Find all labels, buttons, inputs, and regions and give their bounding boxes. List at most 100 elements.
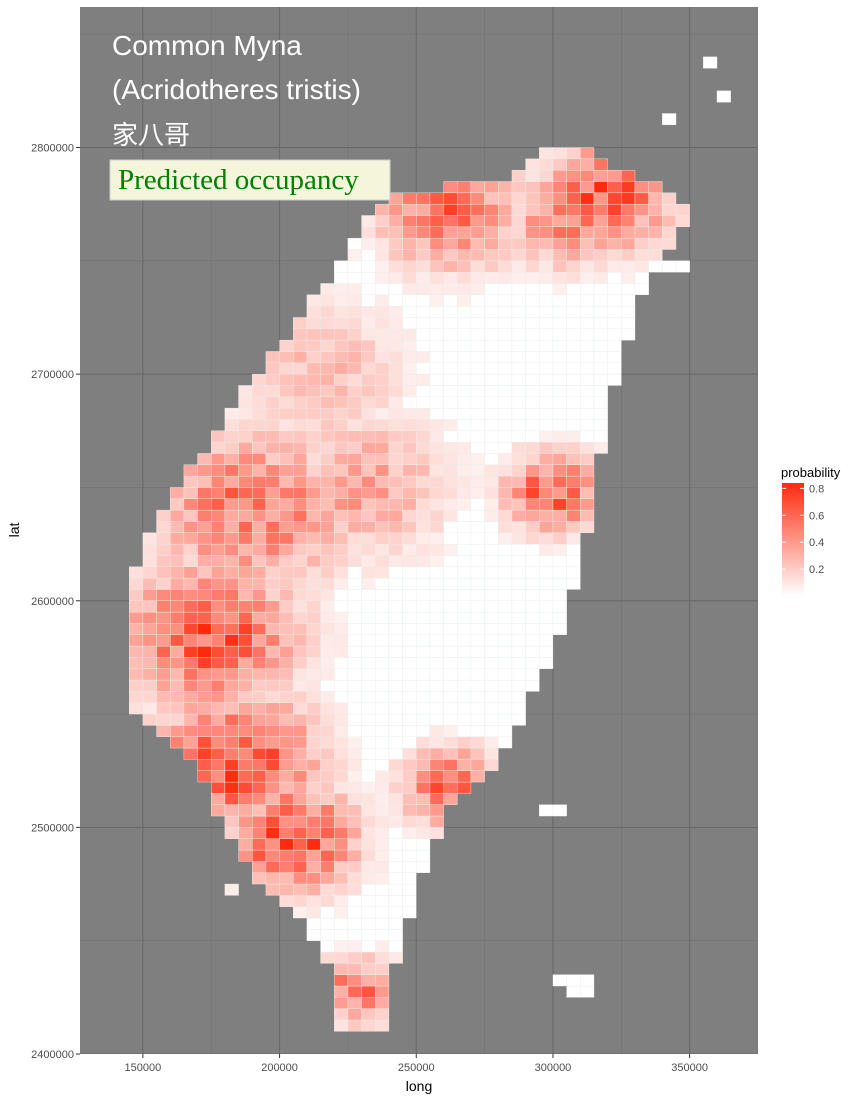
occupancy-cell [580,453,595,465]
occupancy-cell [347,883,362,896]
occupancy-cell [279,747,294,760]
occupancy-cell [279,475,294,488]
occupancy-cell [334,815,349,828]
occupancy-cell [306,906,321,919]
occupancy-cell [306,555,321,567]
occupancy-cell [361,487,376,499]
occupancy-cell [183,555,198,567]
occupancy-cell [457,509,472,522]
occupancy-cell [552,974,567,987]
occupancy-cell [224,815,239,828]
occupancy-cell [320,328,335,341]
occupancy-cell [334,453,349,465]
occupancy-cell [580,192,595,205]
occupancy-cell [224,521,239,533]
occupancy-cell [429,328,444,341]
occupancy-cell [525,645,540,658]
occupancy-cell [552,407,567,420]
occupancy-cell [484,498,499,511]
occupancy-cell [361,464,376,477]
occupancy-cell [388,781,403,794]
occupancy-cell [511,611,526,624]
occupancy-cell [402,872,417,885]
occupancy-cell [293,543,308,556]
y-tick-label: 2800000 [31,143,74,155]
occupancy-cell [580,226,595,239]
occupancy-cell [593,351,608,364]
legend-tick-label: 0.4 [809,537,824,549]
occupancy-cell [416,328,431,341]
occupancy-cell [293,747,308,760]
occupancy-cell [279,849,294,862]
occupancy-cell [402,781,417,794]
occupancy-cell [484,396,499,409]
occupancy-cell [470,759,485,771]
occupancy-cell [306,373,321,386]
occupancy-cell [388,237,403,250]
occupancy-cell [484,215,499,228]
occupancy-cell [320,747,335,760]
occupancy-cell [334,713,349,726]
occupancy-cell [484,192,499,205]
occupancy-cell [170,736,185,749]
occupancy-cell [416,781,431,794]
occupancy-cell [470,430,485,443]
occupancy-cell [183,487,198,499]
occupancy-cell [347,521,362,533]
occupancy-cell [347,532,362,545]
occupancy-cell [388,702,403,715]
occupancy-cell [443,713,458,726]
occupancy-cell [347,351,362,364]
occupancy-cell [334,974,349,987]
occupancy-cell [347,271,362,284]
occupancy-cell [470,328,485,341]
occupancy-cell [238,385,253,397]
occupancy-cell [375,589,390,601]
occupancy-cell [552,215,567,228]
occupancy-cell [580,317,595,330]
occupancy-cell [265,532,280,545]
occupancy-cell [525,532,540,545]
occupancy-cell [484,362,499,375]
occupancy-cell [183,498,198,511]
occupancy-cell [429,815,444,828]
occupancy-cell [429,781,444,794]
occupancy-cell [320,838,335,851]
occupancy-cell [539,419,554,431]
occupancy-cell [416,600,431,613]
occupancy-cell [347,419,362,431]
occupancy-cell [320,634,335,647]
occupancy-cell [593,192,608,205]
occupancy-cell [484,407,499,420]
title-chinese-name: 家八哥 [112,121,190,151]
occupancy-cell [265,804,280,817]
occupancy-cell [470,475,485,488]
occupancy-cell [320,487,335,499]
occupancy-cell [402,430,417,443]
occupancy-cell [388,906,403,919]
occupancy-cell [388,498,403,511]
occupancy-cell [265,883,280,896]
occupancy-cell [142,589,157,601]
occupancy-cell [334,645,349,658]
occupancy-cell [525,657,540,669]
occupancy-cell [224,566,239,579]
occupancy-cell [607,294,622,307]
occupancy-cell [238,634,253,647]
occupancy-cell [539,577,554,590]
occupancy-cell [224,589,239,601]
occupancy-cell [197,713,212,726]
occupancy-cell [361,555,376,567]
occupancy-cell [470,702,485,715]
occupancy-cell [279,793,294,805]
occupancy-cell [183,645,198,658]
occupancy-cell [293,509,308,522]
occupancy-cell [334,895,349,907]
occupancy-cell [593,407,608,420]
occupancy-cell [334,827,349,839]
occupancy-cell [457,543,472,556]
occupancy-cell [183,543,198,556]
occupancy-cell [607,226,622,239]
occupancy-cell [484,679,499,692]
occupancy-cell [416,759,431,771]
